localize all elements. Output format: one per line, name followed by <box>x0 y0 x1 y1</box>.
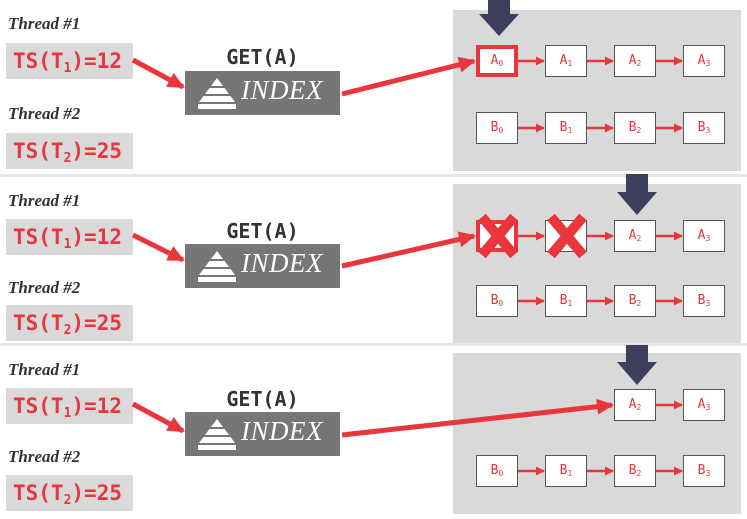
index-to-version-arrow <box>341 231 476 269</box>
index-to-version-arrow <box>341 398 614 438</box>
arrows-overlay <box>131 0 683 476</box>
cursor-pointer-arrow <box>479 0 519 36</box>
cursor-pointer-arrow <box>617 174 657 215</box>
ts-to-index-arrow <box>131 401 185 434</box>
index-to-version-arrow <box>341 56 476 97</box>
ts-to-index-arrow <box>131 57 185 90</box>
ts-to-index-arrow <box>131 232 185 263</box>
cursor-pointer-arrow <box>617 345 657 385</box>
